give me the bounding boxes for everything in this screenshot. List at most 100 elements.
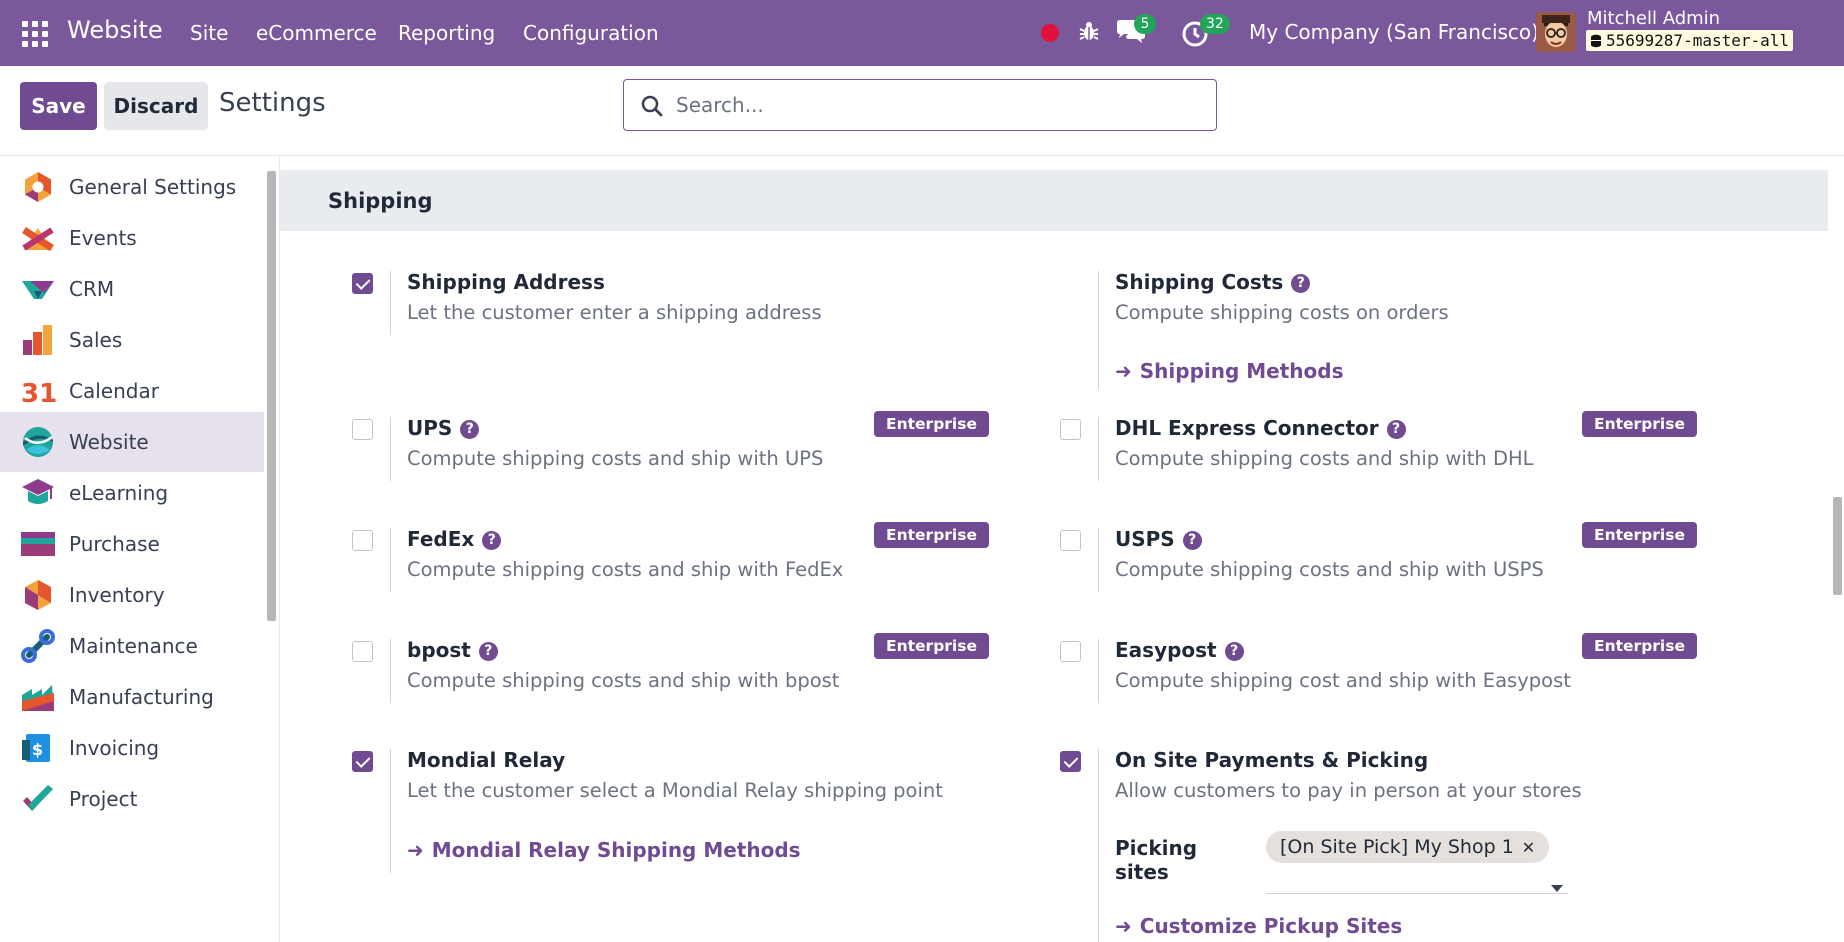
inventory-icon [25, 580, 51, 610]
sidebar-item-label: Calendar [69, 379, 159, 403]
setting-title: UPS? [407, 416, 480, 440]
setting-title: Shipping Address [407, 270, 605, 294]
sidebar-item-label: Website [69, 430, 149, 454]
sidebar-item-label: Purchase [69, 532, 160, 556]
maintenance-icon [21, 629, 55, 663]
setting-description: Compute shipping cost and ship with Easy… [1115, 669, 1571, 692]
manufacturing-icon [22, 685, 54, 711]
setting-description: Allow customers to pay in person at your… [1115, 779, 1582, 802]
setting-description: Compute shipping costs and ship with UPS [407, 447, 824, 470]
setting-description: Compute shipping costs on orders [1115, 301, 1449, 324]
setting-description: Compute shipping costs and ship with DHL [1115, 447, 1534, 470]
elearning-icon [22, 479, 54, 504]
settings-main: Shipping Shipping Address Let the custom… [280, 157, 1844, 942]
recording-icon[interactable] [1041, 24, 1059, 42]
calendar-icon: 31 [21, 379, 56, 409]
setting-title: Mondial Relay [407, 748, 566, 772]
sidebar-item-label: Events [69, 226, 137, 250]
onsite-payments-checkbox[interactable] [1060, 751, 1081, 772]
menu-ecommerce[interactable]: eCommerce [256, 21, 377, 45]
setting-description: Let the customer enter a shipping addres… [407, 301, 822, 324]
shipping-address-checkbox[interactable] [352, 273, 373, 294]
setting-title: Shipping Costs? [1115, 270, 1311, 294]
sidebar-item-label: General Settings [69, 175, 237, 199]
usps-checkbox[interactable] [1060, 530, 1081, 551]
ups-checkbox[interactable] [352, 419, 373, 440]
svg-text:$: $ [32, 740, 43, 759]
sidebar-item-label: eLearning [69, 481, 169, 505]
arrow-right-icon: ➜ [1115, 914, 1132, 938]
sidebar-item-label: Manufacturing [69, 685, 214, 709]
user-name[interactable]: Mitchell Admin [1587, 8, 1720, 29]
sidebar-scrollbar[interactable] [267, 171, 276, 621]
setting-title: bpost? [407, 638, 498, 662]
arrow-right-icon: ➜ [1115, 359, 1132, 383]
help-icon[interactable]: ? [1182, 531, 1202, 550]
setting-title: FedEx? [407, 527, 502, 551]
save-button[interactable]: Save [20, 82, 97, 130]
help-icon[interactable]: ? [1291, 274, 1311, 293]
arrow-right-icon: ➜ [407, 838, 424, 862]
setting-title: Easypost? [1115, 638, 1244, 662]
sidebar-item-label: Sales [69, 328, 123, 352]
app-brand[interactable]: Website [67, 16, 163, 44]
enterprise-badge: Enterprise [874, 633, 989, 659]
easypost-checkbox[interactable] [1060, 641, 1081, 662]
top-navbar: Website Site eCommerce Reporting Configu… [0, 0, 1844, 66]
help-icon[interactable]: ? [1224, 642, 1244, 661]
help-icon[interactable]: ? [1386, 420, 1406, 439]
invoicing-icon: $ [22, 734, 50, 762]
search-icon [641, 95, 663, 117]
picking-sites-input[interactable] [1266, 866, 1568, 894]
menu-site[interactable]: Site [190, 21, 228, 45]
website-icon [23, 427, 53, 457]
search-box[interactable] [623, 79, 1217, 131]
bpost-checkbox[interactable] [352, 641, 373, 662]
enterprise-badge: Enterprise [1582, 633, 1697, 659]
chat-count-badge: 5 [1134, 14, 1156, 34]
dhl-checkbox[interactable] [1060, 419, 1081, 440]
control-panel: Save Discard Settings [0, 66, 1844, 156]
sidebar-item-project[interactable]: Project [0, 769, 264, 829]
company-switcher[interactable]: My Company (San Francisco) [1249, 20, 1539, 44]
picking-site-tag: [On Site Pick] My Shop 1 ✕ [1266, 831, 1550, 863]
fedex-checkbox[interactable] [352, 530, 373, 551]
help-icon[interactable]: ? [478, 642, 498, 661]
setting-title: USPS? [1115, 527, 1202, 551]
section-header: Shipping [280, 170, 1828, 231]
mondial-relay-methods-link[interactable]: ➜ Mondial Relay Shipping Methods [407, 838, 801, 862]
remove-tag-icon[interactable]: ✕ [1522, 838, 1535, 857]
shipping-methods-link[interactable]: ➜ Shipping Methods [1115, 359, 1344, 383]
setting-description: Compute shipping costs and ship with bpo… [407, 669, 840, 692]
enterprise-badge: Enterprise [1582, 411, 1697, 437]
help-icon[interactable]: ? [482, 531, 502, 550]
discard-button[interactable]: Discard [104, 82, 208, 130]
main-scrollbar-thumb[interactable] [1833, 497, 1842, 595]
crm-icon [22, 281, 54, 299]
sidebar-item-label: Inventory [69, 583, 165, 607]
sales-icon [23, 325, 52, 355]
chevron-down-icon[interactable] [1551, 885, 1563, 892]
customize-pickup-sites-link[interactable]: ➜ Customize Pickup Sites [1115, 914, 1402, 938]
sidebar-item-label: Invoicing [69, 736, 160, 760]
activity-count-badge: 32 [1200, 14, 1230, 34]
sidebar-item-label: CRM [69, 277, 115, 301]
setting-title: On Site Payments & Picking [1115, 748, 1429, 772]
user-avatar[interactable] [1536, 12, 1576, 52]
setting-title: DHL Express Connector? [1115, 416, 1406, 440]
setting-description: Let the customer select a Mondial Relay … [407, 779, 943, 802]
apps-menu-icon[interactable] [22, 21, 48, 47]
database-name: 55699287-master-all [1606, 31, 1790, 50]
help-icon[interactable]: ? [460, 420, 480, 439]
menu-reporting[interactable]: Reporting [398, 21, 495, 45]
database-tag: 55699287-master-all [1586, 30, 1794, 51]
search-input[interactable] [676, 90, 1196, 120]
mondial-relay-checkbox[interactable] [352, 751, 373, 772]
menu-configuration[interactable]: Configuration [523, 21, 659, 45]
purchase-icon [21, 532, 55, 556]
settings-sidebar: General Settings Events CRM Sales 31 Cal… [0, 157, 280, 942]
picking-sites-label: Picking sites [1115, 836, 1198, 884]
general-settings-icon [25, 172, 51, 202]
sidebar-item-label: Maintenance [69, 634, 198, 658]
bug-icon[interactable] [1077, 20, 1101, 44]
